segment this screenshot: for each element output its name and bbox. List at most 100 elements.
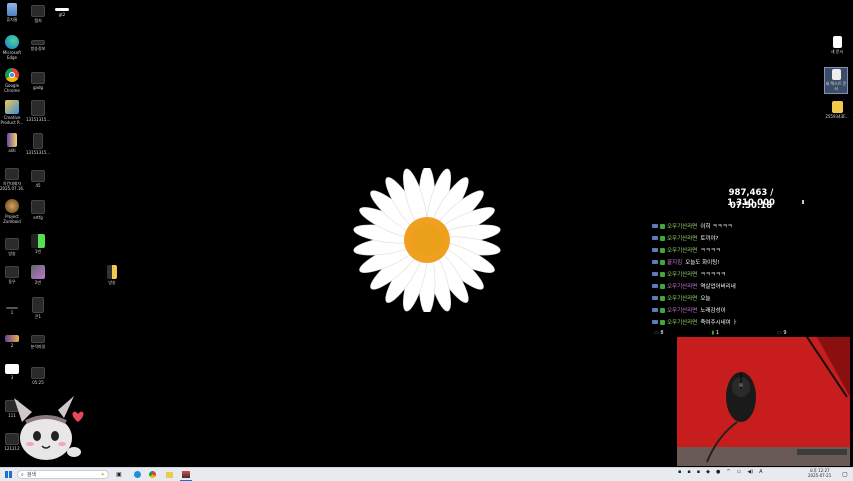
desktop-icon-45[interactable]: 45: [26, 170, 50, 188]
chat-text: ㅋㅋㅋㅋ: [700, 248, 721, 254]
chat-text: ㅋㅋㅋㅋㅋ: [700, 272, 726, 278]
desktop-icon-1[interactable]: 1번: [26, 234, 50, 254]
chat-nick[interactable]: 꿀지킴: [667, 258, 682, 266]
desktop-icon-chrome[interactable]: Google Chrome: [0, 68, 24, 93]
creative-icon: [5, 100, 19, 114]
viewer-count: ▭ 8: [654, 330, 664, 336]
taskbar: ⌕ 검색 ✦ ▣ ▪ ▪ ▪ ◆ ● ^ ▭ ◀) A 오후 12:27 202…: [0, 467, 853, 481]
folder-icon: [831, 101, 843, 113]
chat-message: 오무기산라면 ㅋㅋㅋㅋㅋ: [652, 268, 852, 280]
desktop-icon-file-b[interactable]: 13151315...: [26, 133, 50, 155]
file-icon: [31, 200, 45, 214]
tray-app-icon[interactable]: ▪: [678, 469, 681, 475]
desktop-icon-chicken[interactable]: 치킨대회자 2025.07.16...: [0, 168, 24, 191]
desktop-icon-gt2[interactable]: gt2: [50, 8, 74, 17]
webcam-feed: [676, 336, 851, 467]
desktop-icon-broadcast[interactable]: 방송: [0, 238, 24, 256]
clock-date: 2025-07-21: [808, 473, 832, 478]
desktop-icon-label: Google Chrome: [4, 83, 20, 93]
chat-message: 오무기산라면 역살업어버리네: [652, 280, 852, 292]
desktop-icon-broadcast-folder[interactable]: 방송: [100, 265, 124, 285]
file-icon: [55, 8, 69, 11]
chat-badge-icon: [660, 319, 665, 325]
desktop-icon-broadcast-info[interactable]: 방송정보: [26, 40, 50, 51]
tray-app-icon[interactable]: ◆: [706, 469, 710, 475]
desktop-icon-label: 방송: [8, 251, 16, 256]
tray-app-icon[interactable]: ▪: [697, 469, 700, 475]
tray-app-icon[interactable]: ●: [716, 469, 720, 475]
chat-text: 토끼야?: [700, 236, 719, 242]
chat-nick[interactable]: 오무기산라면: [667, 318, 697, 326]
desktop-icon-2[interactable]: 2번: [26, 265, 50, 285]
document-icon: [832, 36, 842, 48]
chat-badge-icon: [660, 247, 665, 253]
desktop-icon-label: 1번: [34, 249, 42, 254]
chat-badge-icon: [652, 308, 658, 312]
search-placeholder: 검색: [26, 472, 37, 478]
task-view-button[interactable]: ▣: [114, 469, 124, 480]
desktop-icon-recycle-bin[interactable]: 휴지통: [0, 3, 24, 22]
chat-badge-icon: [660, 283, 665, 289]
chat-nick[interactable]: 오무기산라면: [667, 234, 697, 242]
desktop-icon-dongwoo[interactable]: 동우: [0, 266, 24, 284]
desktop-icon-file-a[interactable]: 13151315...: [26, 100, 50, 122]
file-icon: [31, 170, 45, 182]
taskbar-search[interactable]: ⌕ 검색 ✦: [17, 470, 109, 479]
chevron-up-icon[interactable]: ^: [726, 469, 730, 475]
start-button[interactable]: [3, 469, 13, 480]
chat-message: 오무기산라면 토끼야?: [652, 232, 852, 244]
desktop-icon-two[interactable]: 2: [0, 335, 24, 348]
chat-list: 오무기산라면 이히 ㅋㅋㅋㅋ 오무기산라면 토끼야? 오무기산라면 ㅋㅋㅋㅋ 꿀지킴 오늘도 …: [652, 220, 852, 328]
taskbar-explorer[interactable]: [164, 469, 174, 480]
chat-message: 오무기산라면 죽여주시네여 ㅏ: [652, 316, 852, 328]
desktop-icon-label: 분석파일: [30, 344, 46, 349]
input-language[interactable]: A: [759, 469, 762, 475]
flower-center-inner: [411, 224, 443, 256]
chat-message: 오무기산라면 이히 ㅋㅋㅋㅋ: [652, 220, 852, 232]
volume-icon[interactable]: ◀): [747, 469, 753, 475]
system-tray: ▪ ▪ ▪ ◆ ● ^ ▭ ◀) A: [678, 469, 763, 475]
desktop-icon-aliti[interactable]: aliti: [0, 133, 24, 153]
character-sticker-image: [14, 396, 84, 460]
desktop-icon-capture[interactable]: 캡처: [26, 5, 50, 23]
taskbar-edge[interactable]: [132, 469, 142, 480]
chat-text: 오늘: [700, 296, 711, 302]
tray-app-icon[interactable]: ▪: [687, 469, 690, 475]
chat-nick[interactable]: 오무기산라면: [667, 306, 697, 314]
desktop-icon-label: Microsoft Edge: [2, 50, 22, 60]
desktop-icon-edge[interactable]: Microsoft Edge: [0, 35, 24, 60]
network-icon[interactable]: ▭: [737, 469, 742, 475]
chat-nick[interactable]: 오무기산라면: [667, 282, 697, 290]
desktop-icon-2559343f[interactable]: 2559343F...: [825, 101, 849, 119]
folder-icon: [165, 471, 173, 478]
desktop: 휴지통 캡처 gt2 Microsoft Edge 방송정보 Google Ch…: [0, 0, 853, 467]
file-icon: [31, 234, 45, 248]
desktop-icon-big1[interactable]: 큰1: [26, 297, 50, 319]
desktop-icon-label: aliti: [8, 148, 16, 153]
desktop-icon-analysis[interactable]: 분석파일: [26, 335, 50, 349]
desktop-icon-creative[interactable]: Creative Product R...: [0, 100, 24, 125]
desktop-icon-zomboid[interactable]: Project Zomboid: [0, 199, 24, 224]
taskbar-chrome[interactable]: [147, 469, 157, 480]
desktop-icon-label: 2: [10, 343, 14, 348]
chat-message: 오무기산라면 ㅋㅋㅋㅋ: [652, 244, 852, 256]
clock[interactable]: 오후 12:27 2025-07-21: [808, 468, 831, 478]
chat-text: 이히 ㅋㅋㅋㅋ: [700, 224, 733, 230]
notification-button[interactable]: ▢: [840, 469, 850, 480]
desktop-icon-one[interactable]: 1: [0, 307, 24, 315]
desktop-icon-0525[interactable]: 05:25: [26, 367, 50, 385]
desktop-icon-new-text[interactable]: 새 텍스트 문서: [824, 67, 848, 94]
desktop-icon-three[interactable]: 3: [0, 364, 24, 380]
desktop-icon-gadg[interactable]: gadg: [26, 72, 50, 90]
chat-nick[interactable]: 오무기산라면: [667, 246, 697, 254]
desktop-icon-new-doc[interactable]: 새 문서: [825, 36, 849, 54]
chat-nick[interactable]: 오무기산라면: [667, 222, 697, 230]
chat-nick[interactable]: 오무기산라면: [667, 294, 697, 302]
desktop-icon-label: 치킨대회자 2025.07.16...: [0, 181, 24, 191]
chat-nick[interactable]: 오무기산라면: [667, 270, 697, 278]
file-icon: [5, 238, 19, 250]
chat-text: 오늘도 화이팅!: [685, 260, 720, 266]
desktop-icon-ertfg[interactable]: ertfg: [26, 200, 50, 220]
chat-panel: 오무기산라면 이히 ㅋㅋㅋㅋ 오무기산라면 토끼야? 오무기산라면 ㅋㅋㅋㅋ 꿀지킴 오늘도 …: [652, 220, 852, 336]
taskbar-app-obs[interactable]: [180, 469, 192, 481]
